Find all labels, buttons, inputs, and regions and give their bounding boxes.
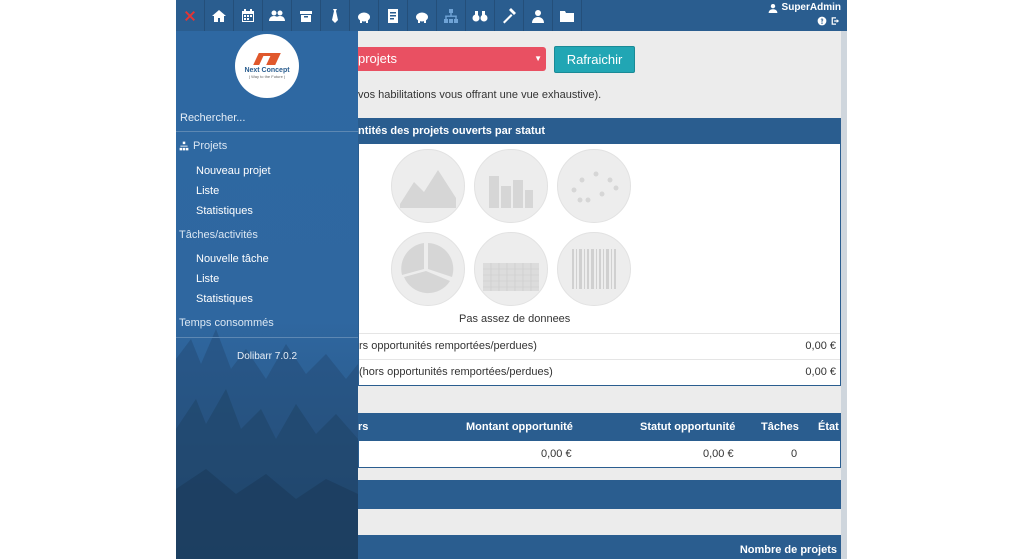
menu-agenda-button[interactable] [234, 0, 263, 31]
sidebar-item-projets[interactable]: Projets [179, 140, 227, 152]
piggy-bank-icon [416, 12, 428, 23]
menu-hr-button[interactable] [466, 0, 495, 31]
binoculars-icon [472, 10, 488, 21]
menu-commercial-button[interactable] [321, 0, 350, 31]
menu-accounting-button[interactable] [379, 0, 408, 31]
menu-products-button[interactable] [292, 0, 321, 31]
app-window: SuperAdmin Next Concept ( Way to the Fut… [176, 0, 847, 559]
piggy-bank-icon [358, 12, 370, 23]
menu-tools-button[interactable] [495, 0, 524, 31]
menu-projects-button[interactable] [437, 0, 466, 31]
user-icon [768, 3, 777, 13]
page-description: vos habilitations vous offrant une vue e… [358, 89, 602, 101]
summary-value: 0,00 € [805, 340, 836, 352]
logout-icon[interactable] [831, 16, 841, 26]
logo-brand: Next Concept [244, 67, 290, 74]
top-menu-bar: SuperAdmin [176, 0, 847, 31]
home-icon [212, 9, 226, 22]
placeholder-barcode-icon [557, 232, 631, 306]
cell-taches: 0 [791, 448, 798, 460]
table-header-row: rs Montant opportunité Statut opportunit… [358, 413, 841, 441]
menu-bank-button[interactable] [408, 0, 437, 31]
sidebar-item-statistiques-taches[interactable]: Statistiques [196, 293, 253, 305]
summary-row: (hors opportunités remportées/perdues) 0… [359, 359, 840, 384]
no-data-message: Pas assez de donnees [459, 313, 571, 325]
users-icon [269, 10, 285, 21]
placeholder-scatter-chart-icon [557, 149, 631, 223]
menu-thirdparties-button[interactable] [263, 0, 292, 31]
menu-members-button[interactable] [524, 0, 553, 31]
close-icon [185, 10, 195, 21]
user-name[interactable]: SuperAdmin [782, 2, 841, 13]
cell-statut-opportunite: 0,00 € [703, 448, 734, 460]
summary-label: rs opportunités remportées/perdues) [359, 340, 537, 352]
hammer-icon [503, 7, 516, 23]
sidebar-divider [176, 337, 358, 338]
menu-documents-button[interactable] [553, 0, 582, 31]
sidebar-item-label: Projets [193, 140, 228, 152]
menu-home-button[interactable] [205, 0, 234, 31]
menu-billing-button[interactable] [350, 0, 379, 31]
chevron-down-icon: ▼ [534, 54, 542, 63]
column-header-etat[interactable]: État [818, 421, 839, 433]
user-info: SuperAdmin [768, 2, 841, 26]
tie-icon [332, 8, 338, 23]
sidebar-item-statistiques-projets[interactable]: Statistiques [196, 205, 253, 217]
summary-label: (hors opportunités remportées/perdues) [359, 366, 553, 378]
person-icon [532, 9, 544, 23]
select-value: projets [358, 51, 398, 66]
box-title: ntités des projets ouverts par statut [358, 118, 841, 144]
sidebar-item-liste-taches[interactable]: Liste [196, 273, 219, 285]
calendar-icon [242, 8, 254, 22]
project-filter-select[interactable]: projets ▼ [358, 47, 546, 71]
sidebar-item-nouvelle-tache[interactable]: Nouvelle tâche [196, 253, 269, 265]
box-icon [300, 10, 312, 22]
help-icon[interactable] [817, 16, 827, 26]
folder-icon [560, 10, 574, 22]
sidebar-item-nouveau-projet[interactable]: Nouveau projet [196, 165, 271, 177]
column-header[interactable]: rs [358, 421, 368, 433]
summary-row: rs opportunités remportées/perdues) 0,00… [359, 333, 840, 358]
main-content: projets ▼ Rafraichir vos habilitations v… [358, 31, 841, 559]
column-header-nombre-de-projets[interactable]: Nombre de projets [740, 544, 837, 556]
cell-montant-opportunite: 0,00 € [541, 448, 572, 460]
sitemap-icon [444, 8, 458, 23]
app-version: Dolibarr 7.0.2 [237, 351, 298, 362]
sitemap-icon [179, 141, 189, 151]
logo-mark [253, 53, 281, 65]
scrollbar[interactable] [841, 31, 847, 559]
close-menu-button[interactable] [176, 0, 205, 31]
table-header-row: Nombre de projets [358, 535, 841, 559]
sidebar-item-liste-projets[interactable]: Liste [196, 185, 219, 197]
left-sidebar: Next Concept ( Way to the Future ) Reche… [176, 31, 358, 559]
placeholder-pie-chart-icon [391, 232, 465, 306]
summary-value: 0,00 € [805, 366, 836, 378]
column-header-taches[interactable]: Tâches [761, 421, 799, 433]
sidebar-search-input[interactable]: Rechercher... [180, 112, 245, 124]
invoice-icon [388, 8, 398, 23]
table-row: 0,00 € 0,00 € 0 [358, 441, 841, 468]
column-header-statut-opportunite[interactable]: Statut opportunité [640, 421, 735, 433]
stats-box: Pas assez de donnees rs opportunités rem… [358, 144, 841, 386]
sidebar-item-taches[interactable]: Tâches/activités [179, 229, 258, 241]
sidebar-divider [176, 131, 358, 132]
column-header-montant-opportunite[interactable]: Montant opportunité [466, 421, 573, 433]
refresh-button[interactable]: Rafraichir [554, 46, 635, 73]
sidebar-item-temps-consommes[interactable]: Temps consommés [179, 317, 274, 329]
placeholder-area-chart-icon [391, 149, 465, 223]
placeholder-bar-chart-icon [474, 149, 548, 223]
placeholder-grid-chart-icon [474, 232, 548, 306]
company-logo[interactable]: Next Concept ( Way to the Future ) [235, 34, 299, 98]
box-header [358, 480, 841, 509]
logo-tagline: ( Way to the Future ) [248, 74, 286, 79]
